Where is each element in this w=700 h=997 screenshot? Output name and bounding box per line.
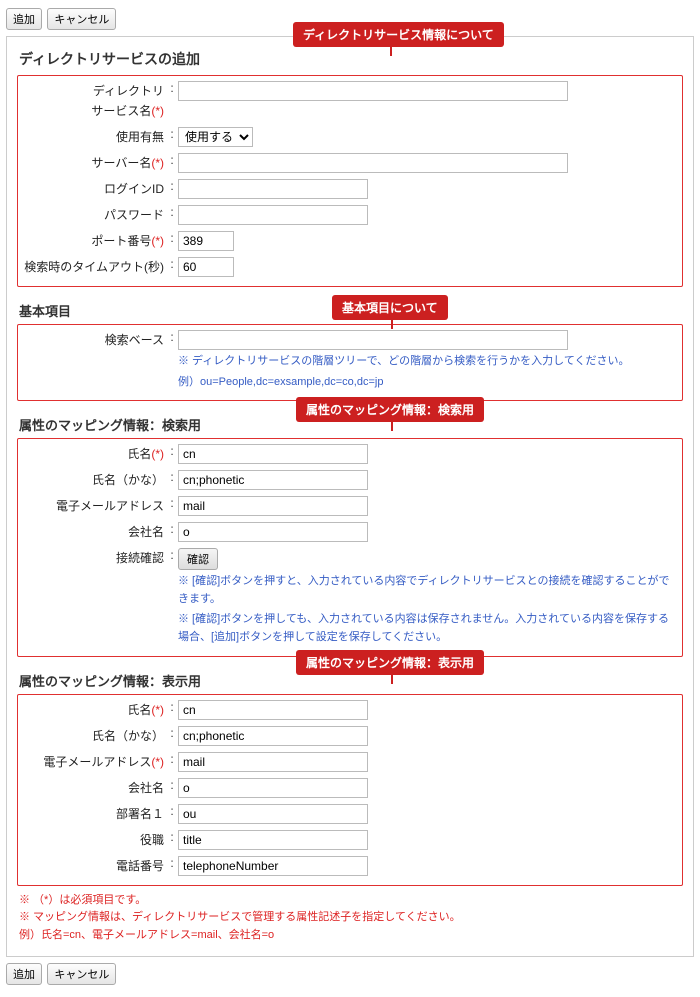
s4-company-input[interactable] bbox=[178, 778, 368, 798]
label-s3-name: 氏名 bbox=[127, 447, 151, 461]
s3-name-input[interactable] bbox=[178, 444, 368, 464]
help-search-base-1: ※ ディレクトリサービスの階層ツリーで、どの階層から検索を行うかを入力してくださ… bbox=[178, 350, 678, 371]
label-s3-company: 会社名 bbox=[22, 522, 168, 542]
timeout-input[interactable] bbox=[178, 257, 234, 277]
help-conn-2: ※ [確認]ボタンを押しても、入力されている内容は保存されません。入力されている… bbox=[178, 608, 678, 646]
callout-directory-info: ディレクトリサービス情報について bbox=[293, 22, 504, 47]
s4-tel-input[interactable] bbox=[178, 856, 368, 876]
section-directory-info: ディレクトリ サービス名(*) : 使用有無 : 使用する サーバー名(*) :… bbox=[17, 75, 683, 287]
s4-role-input[interactable] bbox=[178, 830, 368, 850]
label-s4-kana: 氏名（かな） bbox=[22, 726, 168, 746]
callout-mapping-search: 属性のマッピング情報：検索用 bbox=[296, 397, 484, 422]
label-s4-dept: 部署名１ bbox=[22, 804, 168, 824]
s3-kana-input[interactable] bbox=[178, 470, 368, 490]
s4-dept-input[interactable] bbox=[178, 804, 368, 824]
label-s4-name: 氏名 bbox=[127, 703, 151, 717]
s4-email-input[interactable] bbox=[178, 752, 368, 772]
footer-2: ※ マッピング情報は、ディレクトリサービスで管理する属性記述子を指定してください… bbox=[19, 909, 681, 927]
label-s3-conn: 接続確認 bbox=[22, 548, 168, 568]
label-login: ログインID bbox=[22, 179, 168, 199]
label-dir-name: ディレクトリ サービス名(*) bbox=[22, 81, 168, 121]
label-timeout: 検索時のタイムアウト(秒) bbox=[22, 257, 168, 277]
s4-name-input[interactable] bbox=[178, 700, 368, 720]
label-s4-tel: 電話番号 bbox=[22, 856, 168, 876]
port-input[interactable] bbox=[178, 231, 234, 251]
s3-email-input[interactable] bbox=[178, 496, 368, 516]
password-input[interactable] bbox=[178, 205, 368, 225]
label-s4-email: 電子メールアドレス bbox=[43, 755, 151, 769]
footer-3: 例）氏名=cn、電子メールアドレス=mail、会社名=o bbox=[19, 927, 681, 945]
dir-name-input[interactable] bbox=[178, 81, 568, 101]
label-s4-company: 会社名 bbox=[22, 778, 168, 798]
s4-kana-input[interactable] bbox=[178, 726, 368, 746]
callout-mapping-display: 属性のマッピング情報：表示用 bbox=[296, 650, 484, 675]
label-port: ポート番号 bbox=[91, 234, 151, 248]
footer-1: ※ （*）は必須項目です。 bbox=[19, 892, 681, 910]
content-panel: ディレクトリサービスの追加 ディレクトリ サービス名(*) : 使用有無 : 使… bbox=[6, 36, 694, 957]
label-s3-email: 電子メールアドレス bbox=[22, 496, 168, 516]
cancel-button[interactable]: キャンセル bbox=[47, 8, 116, 30]
footer-notes: ※ （*）は必須項目です。 ※ マッピング情報は、ディレクトリサービスで管理する… bbox=[17, 886, 683, 947]
label-password: パスワード bbox=[22, 205, 168, 225]
section-basic: 検索ベース : ※ ディレクトリサービスの階層ツリーで、どの階層から検索を行うか… bbox=[17, 324, 683, 401]
use-select[interactable]: 使用する bbox=[178, 127, 253, 147]
add-button-bottom[interactable]: 追加 bbox=[6, 963, 42, 985]
label-s4-role: 役職 bbox=[22, 830, 168, 850]
label-search-base: 検索ベース bbox=[22, 330, 168, 350]
search-base-input[interactable] bbox=[178, 330, 568, 350]
server-input[interactable] bbox=[178, 153, 568, 173]
page-title: ディレクトリサービスの追加 bbox=[17, 45, 683, 75]
confirm-button[interactable]: 確認 bbox=[178, 548, 218, 570]
add-button[interactable]: 追加 bbox=[6, 8, 42, 30]
login-input[interactable] bbox=[178, 179, 368, 199]
callout-basic: 基本項目について bbox=[332, 295, 448, 320]
label-server: サーバー名 bbox=[91, 156, 151, 170]
label-use: 使用有無 bbox=[22, 127, 168, 147]
section-mapping-display: 氏名(*) : 氏名（かな） : 電子メールアドレス(*) : 会社名 : 部署… bbox=[17, 694, 683, 886]
label-s3-kana: 氏名（かな） bbox=[22, 470, 168, 490]
cancel-button-bottom[interactable]: キャンセル bbox=[47, 963, 116, 985]
section-mapping-search: 氏名(*) : 氏名（かな） : 電子メールアドレス : 会社名 : 接続確認 … bbox=[17, 438, 683, 656]
help-search-base-2: 例）ou=People,dc=exsample,dc=co,dc=jp bbox=[178, 371, 678, 392]
help-conn-1: ※ [確認]ボタンを押すと、入力されている内容でディレクトリサービスとの接続を確… bbox=[178, 570, 678, 608]
s3-company-input[interactable] bbox=[178, 522, 368, 542]
